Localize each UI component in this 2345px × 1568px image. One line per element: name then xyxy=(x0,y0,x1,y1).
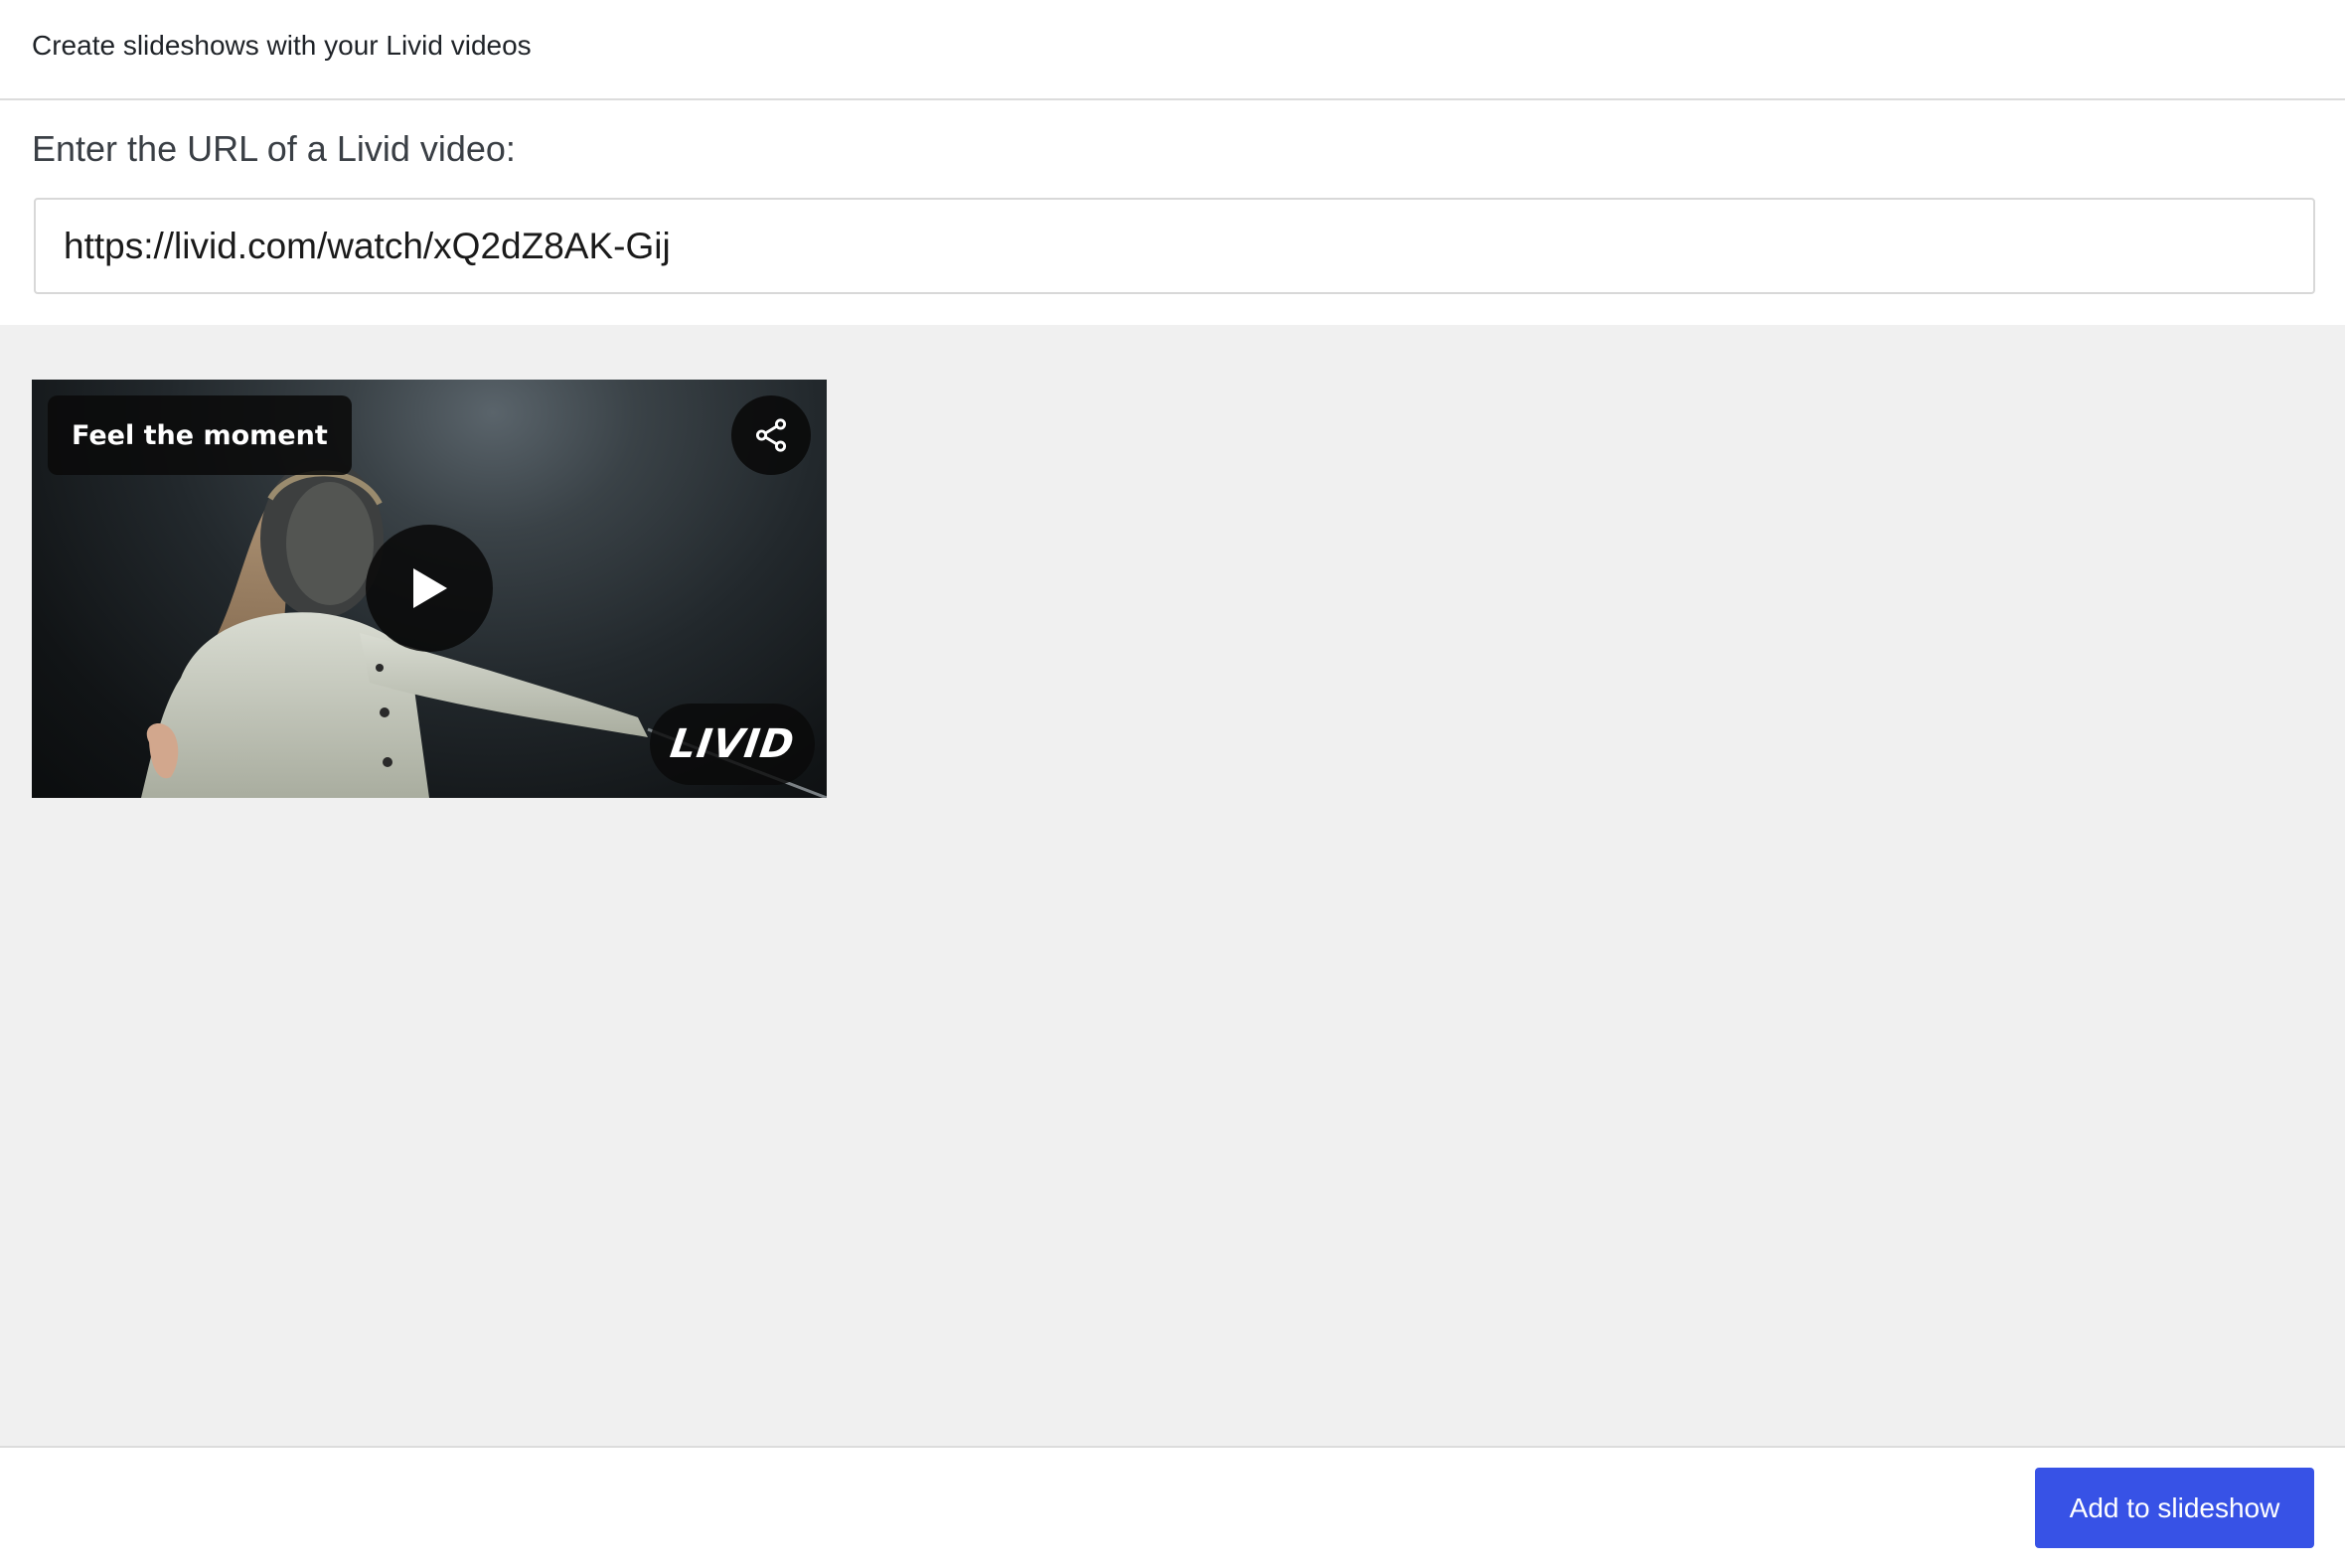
video-title-badge: Feel the moment xyxy=(48,395,352,475)
video-title: Feel the moment xyxy=(72,419,328,451)
livid-logo: LIVID xyxy=(667,721,798,767)
livid-logo-badge: LIVID xyxy=(650,704,815,785)
video-url-input[interactable] xyxy=(34,198,2315,294)
video-player[interactable]: Feel the moment LIVID xyxy=(32,380,827,798)
share-icon xyxy=(755,418,787,452)
app-root: Create slideshows with your Livid videos… xyxy=(0,0,2345,1568)
play-button[interactable] xyxy=(366,525,493,652)
url-label: Enter the URL of a Livid video: xyxy=(32,128,516,169)
content-area: Feel the moment LIVID xyxy=(0,325,2345,1446)
url-section: Enter the URL of a Livid video: xyxy=(0,100,2345,325)
footer: Add to slideshow xyxy=(0,1446,2345,1568)
add-to-slideshow-button[interactable]: Add to slideshow xyxy=(2035,1468,2314,1548)
header: Create slideshows with your Livid videos xyxy=(0,0,2345,100)
page-title: Create slideshows with your Livid videos xyxy=(32,30,532,61)
share-button[interactable] xyxy=(731,395,811,475)
play-icon xyxy=(413,568,447,608)
